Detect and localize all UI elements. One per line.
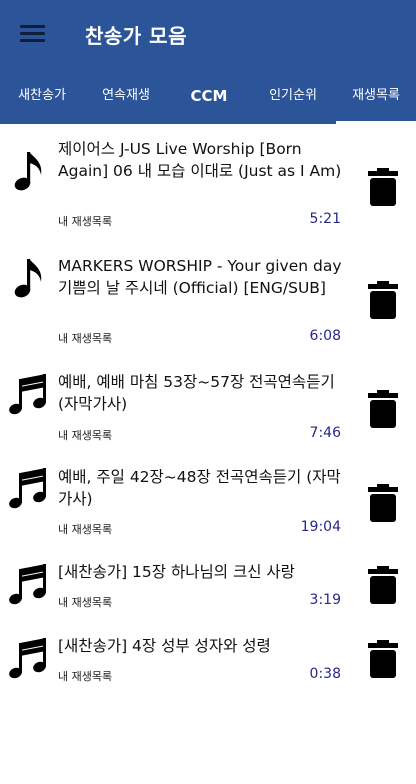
song-source: 내 재생목록 <box>58 429 113 442</box>
playlist-item[interactable]: [새찬송가] 4장 성부 성자와 성령 내 재생목록 0:38 <box>0 632 416 698</box>
delete-trash-icon[interactable] <box>368 281 398 319</box>
eighth-note-icon <box>14 152 42 191</box>
song-source: 내 재생목록 <box>58 523 113 536</box>
song-duration: 5:21 <box>309 211 341 227</box>
eighth-note-icon <box>14 259 42 298</box>
double-note-icon <box>9 468 46 509</box>
song-title: 제이어스 J-US Live Worship [Born Again] 06 내… <box>58 140 342 180</box>
tab-bar: 새찬송가 연속재생 CCM 인기순위 재생목록 <box>0 68 416 124</box>
song-title: 예배, 예배 마침 53장~57장 전곡연속듣기 (자막가사) <box>58 373 335 413</box>
hamburger-menu-icon[interactable] <box>20 25 45 43</box>
app-bar: 찬송가 모음 <box>0 0 416 68</box>
app-title: 찬송가 모음 <box>85 24 187 48</box>
tab-continuous-play[interactable]: 연속재생 <box>84 68 168 124</box>
tab-playlist[interactable]: 재생목록 <box>336 68 416 124</box>
song-source: 내 재생목록 <box>58 332 113 345</box>
delete-trash-icon[interactable] <box>368 390 398 428</box>
song-duration: 3:19 <box>309 592 341 608</box>
playlist-item[interactable]: [새찬송가] 15장 하나님의 크신 사랑 내 재생목록 3:19 <box>0 558 416 624</box>
delete-trash-icon[interactable] <box>368 484 398 522</box>
active-tab-indicator <box>336 121 416 124</box>
double-note-icon <box>9 564 46 605</box>
song-duration: 0:38 <box>309 666 341 682</box>
tab-popular-ranking[interactable]: 인기순위 <box>250 68 336 124</box>
song-duration: 7:46 <box>309 425 341 441</box>
song-title: [새찬송가] 15장 하나님의 크신 사랑 <box>58 563 295 581</box>
song-source: 내 재생목록 <box>58 670 113 683</box>
delete-trash-icon[interactable] <box>368 168 398 206</box>
tab-ccm[interactable]: CCM <box>168 68 250 124</box>
playlist-item[interactable]: 제이어스 J-US Live Worship [Born Again] 06 내… <box>0 136 416 248</box>
playlist-item[interactable]: MARKERS WORSHIP - Your given day 기쁨의 날 주… <box>0 251 416 361</box>
song-source: 내 재생목록 <box>58 596 113 609</box>
double-note-icon <box>9 374 46 415</box>
tab-new-hymns[interactable]: 새찬송가 <box>0 68 84 124</box>
song-source: 내 재생목록 <box>58 215 113 228</box>
song-title: 예배, 주일 42장~48장 전곡연속듣기 (자막가사) <box>58 468 341 508</box>
song-duration: 6:08 <box>309 328 341 344</box>
delete-trash-icon[interactable] <box>368 566 398 604</box>
playlist-item[interactable]: 예배, 예배 마침 53장~57장 전곡연속듣기 (자막가사) 내 재생목록 7… <box>0 366 416 454</box>
delete-trash-icon[interactable] <box>368 640 398 678</box>
song-title: MARKERS WORSHIP - Your given day 기쁨의 날 주… <box>58 257 342 297</box>
playlist-item[interactable]: 예배, 주일 42장~48장 전곡연속듣기 (자막가사) 내 재생목록 19:0… <box>0 460 416 548</box>
song-duration: 19:04 <box>300 519 341 535</box>
double-note-icon <box>9 638 46 679</box>
song-title: [새찬송가] 4장 성부 성자와 성령 <box>58 637 271 655</box>
